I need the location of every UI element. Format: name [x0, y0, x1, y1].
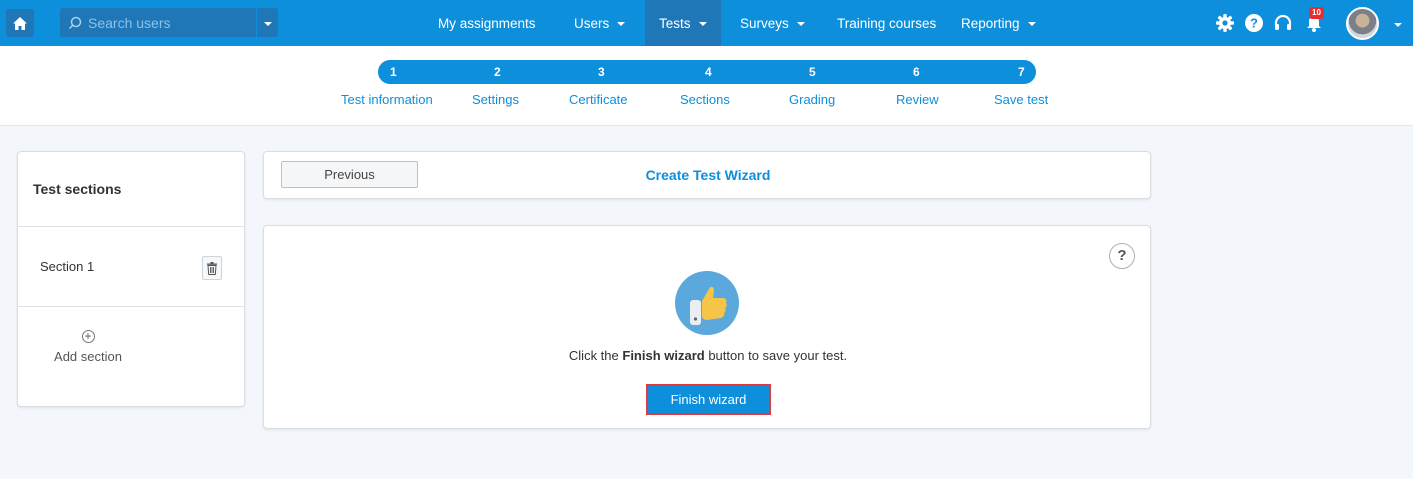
search-icon	[68, 16, 82, 29]
nav-reporting[interactable]: Reporting	[948, 0, 1049, 46]
nav-training-courses[interactable]: Training courses	[824, 0, 949, 46]
step-number: 6	[913, 65, 920, 79]
chevron-down-icon	[617, 22, 626, 26]
svg-text:?: ?	[1250, 16, 1258, 31]
section-item[interactable]: Section 1	[40, 259, 94, 274]
avatar[interactable]	[1346, 7, 1379, 40]
headset-icon	[1274, 14, 1292, 30]
nav-tests[interactable]: Tests	[645, 0, 721, 46]
nav-label: My assignments	[438, 15, 536, 31]
help-circle-icon[interactable]: ?	[1109, 243, 1135, 269]
nav-label: Tests	[659, 15, 691, 31]
step-number: 5	[809, 65, 816, 79]
step-test-information[interactable]: Test information	[341, 92, 433, 107]
nav-surveys[interactable]: Surveys	[727, 0, 818, 46]
wizard-header: Create Test Wizard Previous	[263, 151, 1151, 199]
finish-wizard-button[interactable]: Finish wizard	[646, 384, 771, 415]
step-number: 4	[705, 65, 712, 79]
search-box	[60, 8, 256, 37]
plus-icon: +	[81, 330, 95, 343]
instruction-text: Click the Finish wizard button to save y…	[264, 348, 1152, 363]
message-prefix: Click the	[568, 348, 623, 363]
previous-button[interactable]: Previous	[281, 161, 418, 188]
home-icon	[13, 16, 27, 30]
nav-label: Surveys	[740, 15, 789, 31]
step-number: 2	[494, 65, 501, 79]
step-sections[interactable]: Sections	[680, 92, 730, 107]
trash-icon	[207, 261, 217, 275]
top-navigation-bar: My assignments Users Tests Surveys Train…	[0, 0, 1413, 46]
settings-button[interactable]	[1213, 11, 1237, 35]
gear-icon	[1216, 14, 1234, 32]
nav-my-assignments[interactable]: My assignments	[425, 0, 549, 46]
step-number: 3	[598, 65, 605, 79]
help-icon: ?	[1245, 14, 1263, 32]
nav-label: Training courses	[837, 15, 937, 31]
chevron-down-icon[interactable]	[1394, 23, 1402, 27]
step-settings[interactable]: Settings	[472, 92, 519, 107]
nav-users[interactable]: Users	[561, 0, 638, 46]
chevron-down-icon	[263, 21, 272, 26]
step-grading[interactable]: Grading	[789, 92, 835, 107]
message-suffix: button to save your test.	[704, 348, 848, 363]
step-number: 1	[390, 65, 397, 79]
divider	[18, 306, 244, 307]
panel-title: Test sections	[33, 181, 122, 197]
nav-label: Users	[574, 15, 610, 31]
wizard-stepper: 1 2 3 4 5 6 7 Test information Settings …	[0, 46, 1413, 126]
thumbs-up-icon	[675, 271, 739, 335]
chevron-down-icon	[698, 22, 707, 26]
message-bold: Finish wizard	[622, 348, 705, 363]
add-section-label: Add section	[54, 349, 122, 364]
support-button[interactable]	[1271, 11, 1295, 35]
step-review[interactable]: Review	[896, 92, 939, 107]
nav-label: Reporting	[961, 15, 1020, 31]
chevron-down-icon	[1027, 22, 1036, 26]
step-number: 7	[1018, 65, 1025, 79]
step-certificate[interactable]: Certificate	[569, 92, 628, 107]
delete-section-button[interactable]	[202, 256, 222, 280]
help-button[interactable]: ?	[1242, 11, 1266, 35]
search-input[interactable]	[88, 14, 238, 31]
add-section-button[interactable]: + Add section	[18, 328, 158, 364]
divider	[18, 226, 244, 227]
home-button[interactable]	[6, 9, 34, 37]
finish-card: ? Click the Finish wizard button to save…	[263, 225, 1151, 429]
search-filter-dropdown[interactable]	[256, 8, 278, 37]
test-sections-panel: Test sections Section 1 + Add section	[17, 151, 245, 407]
chevron-down-icon	[796, 22, 805, 26]
notification-badge: 10	[1309, 7, 1324, 19]
step-save-test[interactable]: Save test	[994, 92, 1048, 107]
